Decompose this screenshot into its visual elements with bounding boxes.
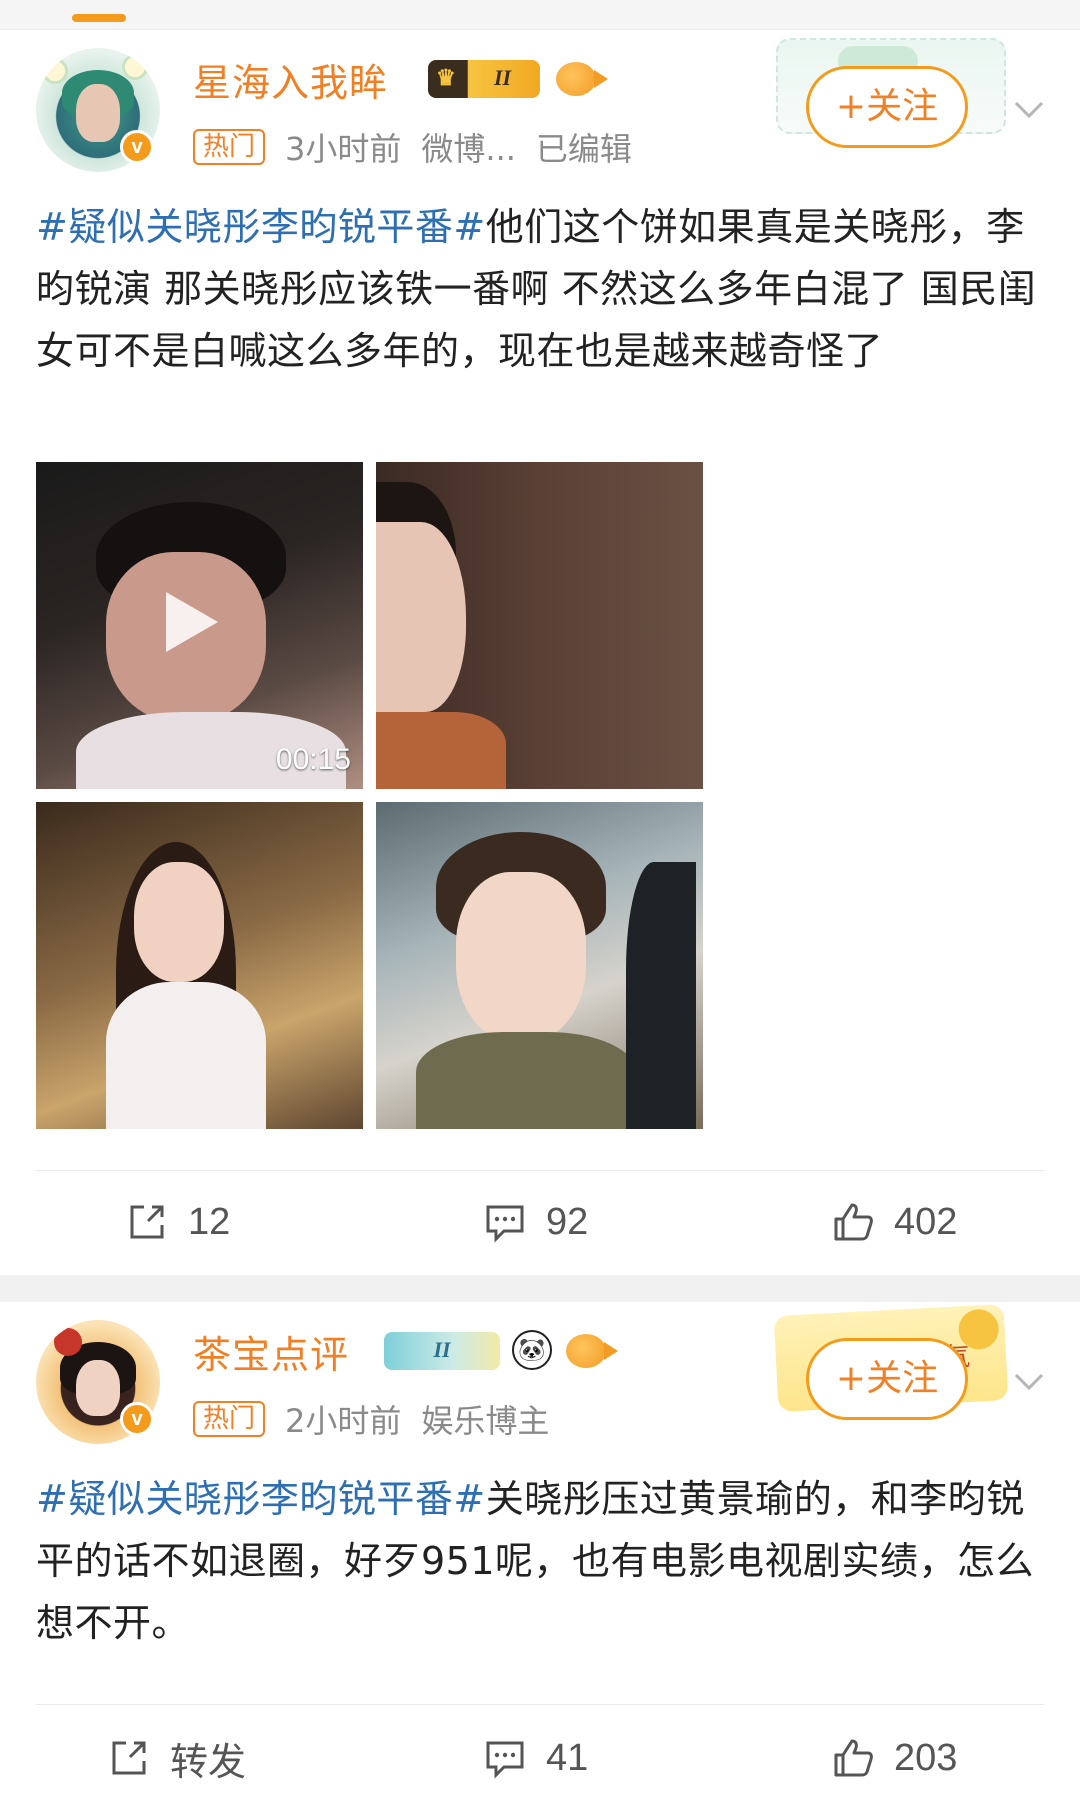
member-level-badge[interactable]: II: [384, 1332, 500, 1370]
photo-background-person: [626, 862, 696, 1129]
avatar-ornament: [54, 1328, 82, 1356]
video-duration: 00:15: [275, 743, 351, 776]
badge-level: II: [433, 1337, 451, 1362]
fish-emoji-icon: [556, 62, 608, 96]
photo-shirt: [106, 982, 266, 1129]
repost-button[interactable]: 转发: [106, 1718, 246, 1798]
avatar-flower: [42, 58, 68, 84]
photo-face: [456, 872, 586, 1042]
hashtag-link[interactable]: #疑似关晓彤李昀锐平番#: [36, 205, 486, 249]
verified-badge-icon: v: [120, 130, 154, 164]
post-time: 3小时前: [285, 130, 402, 168]
thumbs-up-icon: [834, 1203, 873, 1241]
photo-thumbnail[interactable]: [376, 802, 703, 1129]
photo-jacket: [416, 1032, 636, 1129]
share-icon: [130, 1205, 164, 1239]
photo-face: [134, 862, 224, 982]
follow-button[interactable]: +关注: [806, 66, 968, 148]
share-icon: [112, 1741, 146, 1775]
thumbs-up-icon: [834, 1739, 873, 1777]
tab-indicator: [72, 14, 126, 22]
post-body: #疑似关晓彤李昀锐平番#他们这个饼如果真是关晓彤，李昀锐演 那关晓彤应该铁一番啊…: [36, 196, 1046, 382]
photo-shirt: [376, 712, 506, 789]
panda-emoji-icon: 🐼: [512, 1330, 552, 1370]
post-time: 2小时前: [285, 1402, 402, 1440]
comment-icon: [486, 1741, 524, 1779]
avatar-flower: [122, 54, 148, 80]
photo-thumbnail[interactable]: [376, 462, 703, 789]
like-button[interactable]: 203: [830, 1718, 957, 1798]
repost-button[interactable]: 12: [124, 1182, 230, 1262]
badge-level: II: [494, 65, 512, 90]
repost-count: 12: [188, 1200, 231, 1243]
action-bar: 转发 41 203: [0, 1718, 1080, 1798]
verified-badge-icon: v: [120, 1402, 154, 1436]
avatar-face: [76, 84, 120, 142]
avatar-face: [76, 1360, 120, 1416]
post-meta: 热门 2小时前 娱乐博主: [193, 1399, 550, 1440]
follow-button[interactable]: +关注: [806, 1338, 968, 1420]
like-count: 203: [894, 1736, 958, 1779]
post-source: 微博...: [421, 130, 516, 168]
member-level-badge[interactable]: ♛ II: [428, 60, 540, 98]
action-divider: [36, 1170, 1044, 1171]
top-edge: [0, 0, 1080, 30]
comment-count: 41: [546, 1736, 589, 1779]
username[interactable]: 星海入我眸: [193, 52, 388, 107]
like-button[interactable]: 402: [830, 1182, 957, 1262]
post-body: #疑似关晓彤李昀锐平番#关晓彤压过黄景瑜的，和李昀锐平的话不如退圈，好歹951呢…: [36, 1468, 1046, 1654]
action-divider: [36, 1704, 1044, 1705]
hot-tag: 热门: [193, 129, 266, 165]
chevron-down-icon[interactable]: [1012, 1364, 1046, 1398]
chevron-down-icon[interactable]: [1012, 92, 1046, 126]
repost-label: 转发: [170, 1741, 247, 1784]
post-meta: 热门 3小时前 微博... 已编辑: [193, 127, 632, 168]
feed-post: v 茶宝点评 II 🐼 热门 2小时前 娱乐博主 点赞有福气 +关注 #疑似关晓…: [0, 1302, 1080, 1813]
photo-thumbnail[interactable]: [36, 802, 363, 1129]
comment-count: 92: [546, 1200, 589, 1243]
hashtag-link[interactable]: #疑似关晓彤李昀锐平番#: [36, 1477, 486, 1521]
comment-icon: [486, 1205, 524, 1243]
edited-label: 已编辑: [535, 130, 632, 168]
feed-post: v 星海入我眸 ♛ II 热门 3小时前 微博... 已编辑 +关注 #疑似关晓…: [0, 30, 1080, 1275]
video-thumbnail[interactable]: 00:15: [36, 462, 363, 789]
action-bar: 12 92 402: [0, 1182, 1080, 1262]
hot-tag: 热门: [193, 1401, 266, 1437]
crown-icon: ♛: [436, 65, 456, 90]
photo-face: [376, 522, 466, 712]
username[interactable]: 茶宝点评: [193, 1324, 349, 1379]
post-separator: [0, 1275, 1080, 1302]
fish-emoji-icon: [566, 1334, 618, 1368]
comment-button[interactable]: 92: [482, 1182, 588, 1262]
like-count: 402: [894, 1200, 958, 1243]
comment-button[interactable]: 41: [482, 1718, 588, 1798]
post-source: 娱乐博主: [421, 1402, 550, 1440]
media-grid: 00:15: [36, 462, 704, 1129]
play-icon[interactable]: [166, 592, 218, 652]
